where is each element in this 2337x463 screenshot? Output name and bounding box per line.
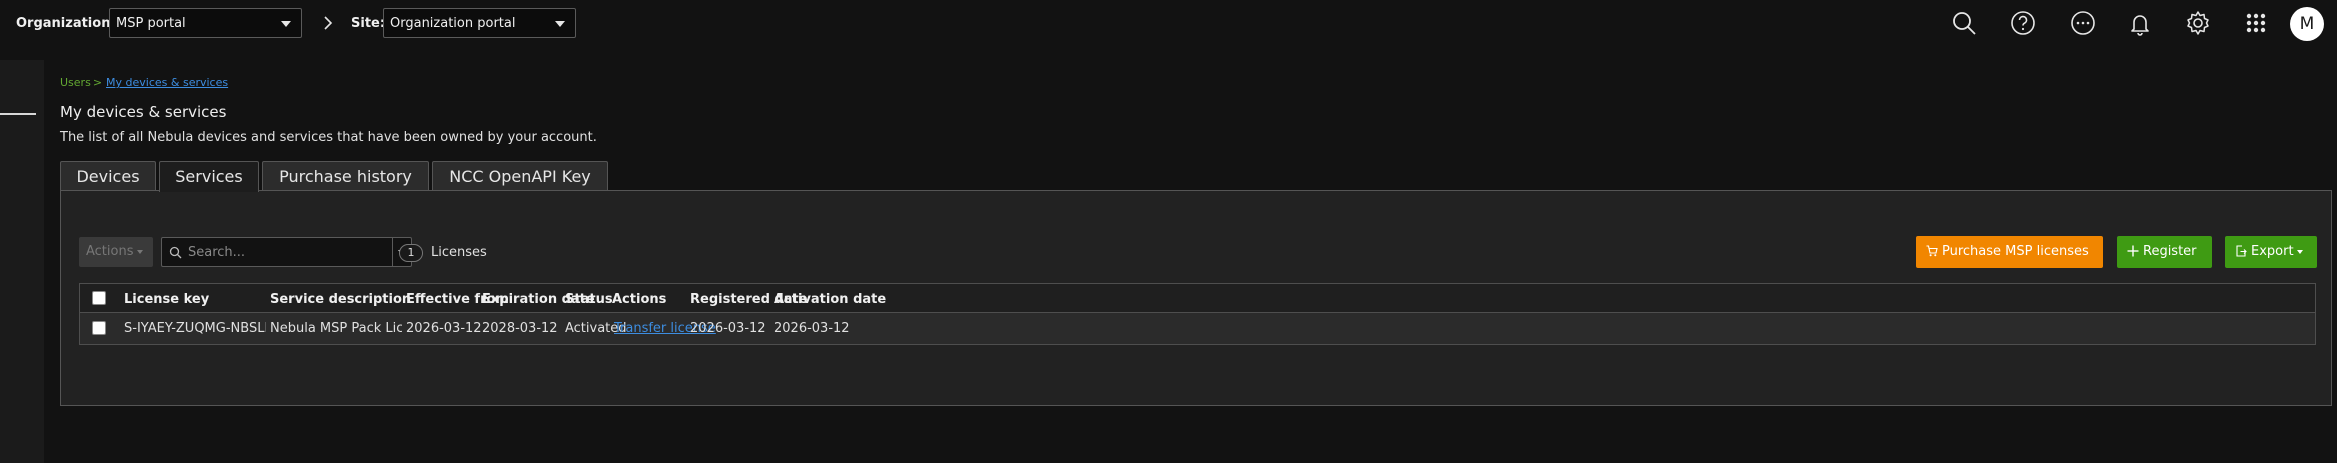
tab-purchase-history[interactable]: Purchase history	[262, 161, 429, 191]
purchase-msp-licenses-button[interactable]: Purchase MSP licenses	[1916, 236, 2103, 268]
organization-select[interactable]: MSP portal	[109, 8, 302, 38]
search-input[interactable]	[188, 242, 388, 262]
tab-services[interactable]: Services	[159, 161, 259, 192]
cart-icon	[1926, 244, 1938, 256]
page-subtitle: The list of all Nebula devices and servi…	[60, 130, 597, 145]
license-count-badge: 1	[399, 244, 423, 262]
column-license-key[interactable]: License key	[124, 292, 209, 307]
column-status[interactable]: Status	[565, 292, 613, 307]
cell-activation-date: 2026-03-12	[774, 321, 850, 336]
avatar[interactable]: M	[2290, 7, 2324, 41]
breadcrumb: Users > My devices & services	[60, 76, 228, 89]
organization-label: Organization:	[16, 16, 116, 31]
export-button[interactable]: Export	[2225, 236, 2317, 268]
tab-devices[interactable]: Devices	[60, 161, 156, 191]
left-sidebar	[0, 60, 44, 463]
select-all-checkbox[interactable]	[92, 291, 106, 305]
chevron-down-icon	[555, 21, 565, 27]
search-field[interactable]	[161, 237, 393, 267]
more-icon[interactable]	[2068, 8, 2098, 38]
license-count-label: Licenses	[431, 245, 487, 260]
gear-icon[interactable]	[2183, 8, 2213, 38]
actions-label: Actions	[86, 244, 134, 259]
site-label: Site:	[351, 16, 386, 31]
page-title: My devices & services	[60, 103, 227, 121]
cell-effective-from: 2026-03-12	[406, 321, 482, 336]
register-button[interactable]: Register	[2117, 236, 2212, 268]
breadcrumb-root[interactable]: Users	[60, 76, 91, 89]
sidebar-active-indicator	[0, 113, 36, 115]
top-bar: Organization: MSP portal Site: Organizat…	[0, 0, 2337, 46]
table-row[interactable]: S-IYAEY-ZUQMG-NBSLH-KAOOO Nebula MSP Pac…	[80, 313, 2315, 344]
cell-registered-date: 2026-03-12	[690, 321, 766, 336]
bell-icon[interactable]	[2125, 8, 2155, 38]
tab-ncc-openapi-key[interactable]: NCC OpenAPI Key	[432, 161, 608, 191]
apps-grid-icon[interactable]	[2241, 8, 2271, 38]
search-icon	[169, 246, 182, 259]
help-icon[interactable]	[2008, 8, 2038, 38]
row-checkbox[interactable]	[92, 321, 106, 335]
purchase-label: Purchase MSP licenses	[1942, 244, 2089, 259]
export-label: Export	[2251, 244, 2294, 259]
cell-license-key: S-IYAEY-ZUQMG-NBSLH-KAOOO	[124, 321, 266, 336]
search-icon[interactable]	[1949, 8, 1979, 38]
cell-expiration-date: 2028-03-12	[482, 321, 558, 336]
chevron-down-icon	[281, 21, 291, 27]
register-label: Register	[2143, 244, 2197, 259]
chevron-down-icon	[136, 249, 143, 254]
site-value: Organization portal	[390, 16, 516, 31]
licenses-table: License key Service description Effectiv…	[79, 283, 2316, 345]
cell-service-description: Nebula MSP Pack License; 2YR	[270, 321, 402, 336]
column-activation-date[interactable]: Activation date	[774, 292, 886, 307]
breadcrumb-separator: >	[92, 76, 103, 89]
chevron-right-icon	[324, 16, 333, 30]
breadcrumb-current[interactable]: My devices & services	[106, 76, 228, 89]
column-actions[interactable]: Actions	[612, 292, 666, 307]
actions-dropdown-button[interactable]: Actions	[79, 237, 153, 267]
chevron-down-icon	[2296, 249, 2303, 254]
services-panel: Actions 1 Licenses Purchase MSP licenses…	[60, 190, 2332, 406]
site-select[interactable]: Organization portal	[383, 8, 576, 38]
table-header: License key Service description Effectiv…	[80, 284, 2315, 313]
plus-icon	[2127, 245, 2139, 256]
column-service-description[interactable]: Service description	[270, 292, 411, 307]
export-icon	[2236, 244, 2247, 257]
organization-value: MSP portal	[116, 16, 186, 31]
